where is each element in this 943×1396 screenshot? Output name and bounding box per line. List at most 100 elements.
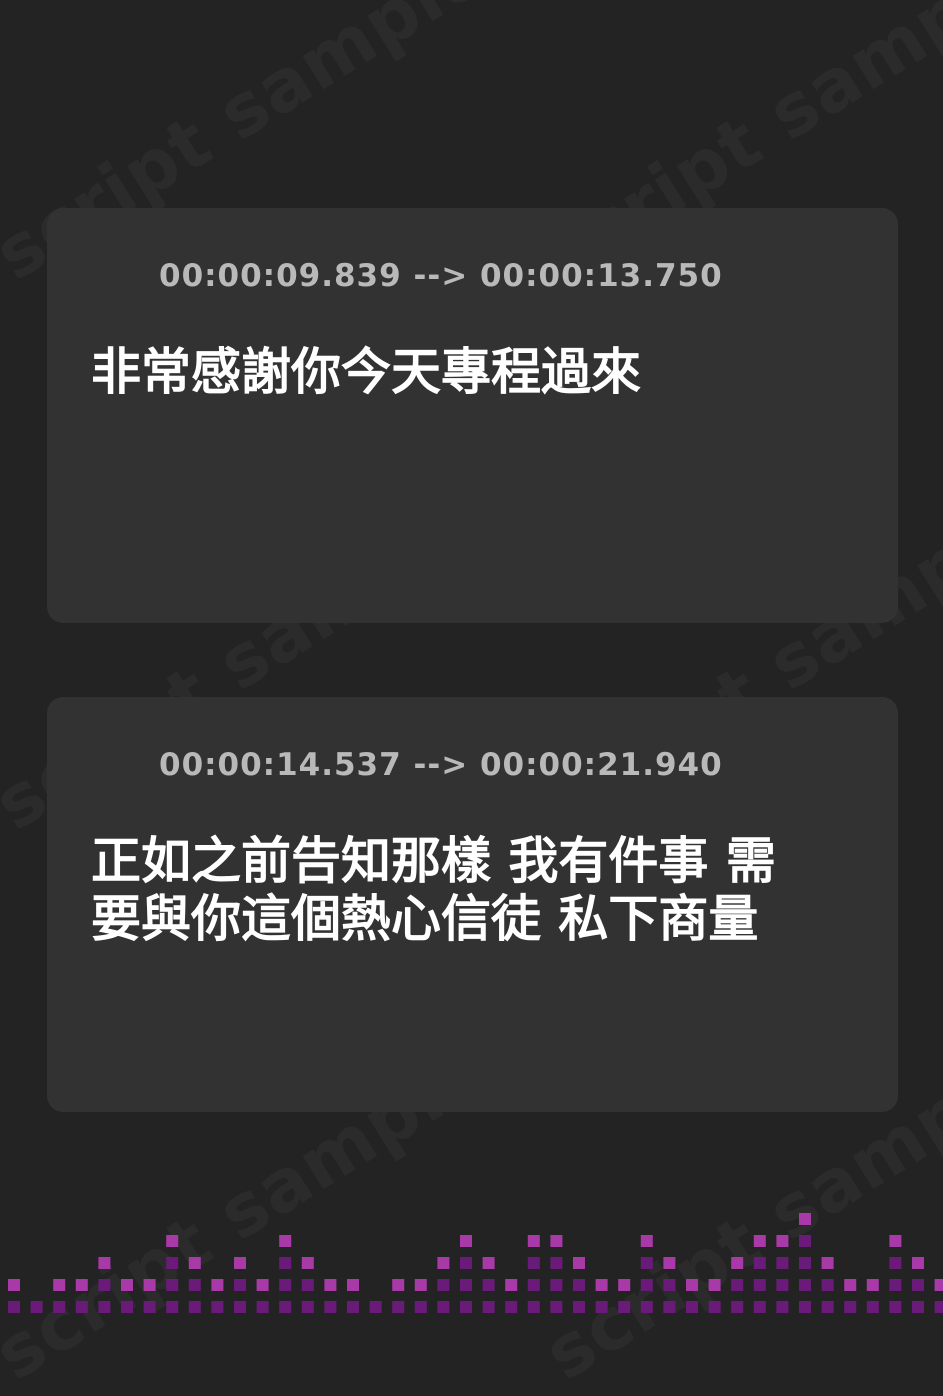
equalizer-block	[889, 1257, 902, 1269]
subtitle-line: 正如之前告知那樣 我有件事 需	[91, 832, 776, 890]
audio-wave-icon	[90, 746, 136, 784]
equalizer-block	[663, 1257, 676, 1269]
equalizer-block	[527, 1257, 540, 1269]
subtitle-card: 00:00:09.839 --> 00:00:13.750 非常感謝你今天專程過…	[47, 208, 898, 623]
subtitle-card: 00:00:14.537 --> 00:00:21.940 正如之前告知那樣 我…	[47, 697, 898, 1112]
equalizer-block	[753, 1235, 766, 1247]
equalizer-block	[143, 1279, 156, 1291]
audio-wave-icon	[90, 257, 136, 295]
equalizer-block	[98, 1279, 111, 1291]
equalizer-block	[776, 1257, 789, 1269]
equalizer-block	[821, 1301, 834, 1313]
equalizer-block	[234, 1257, 246, 1269]
equalizer-block	[414, 1301, 427, 1313]
equalizer-block	[53, 1301, 66, 1313]
equalizer-block	[437, 1279, 450, 1291]
equalizer-block	[98, 1301, 111, 1313]
equalizer-block	[166, 1279, 179, 1291]
equalizer-block	[301, 1257, 314, 1269]
equalizer-block	[211, 1279, 224, 1291]
equalizer-decoration	[8, 1213, 943, 1313]
equalizer-block	[301, 1279, 314, 1291]
equalizer-block	[8, 1279, 20, 1291]
equalizer-block	[460, 1235, 472, 1247]
equalizer-block	[731, 1279, 744, 1291]
equalizer-block	[640, 1279, 653, 1291]
equalizer-block	[256, 1301, 269, 1313]
equalizer-block	[731, 1301, 744, 1313]
equalizer-block	[844, 1279, 857, 1291]
equalizer-block	[640, 1301, 653, 1313]
equalizer-block	[934, 1279, 943, 1291]
equalizer-block	[392, 1301, 405, 1313]
equalizer-block	[889, 1301, 902, 1313]
equalizer-block	[437, 1257, 450, 1269]
equalizer-block	[437, 1301, 450, 1313]
equalizer-block	[799, 1235, 811, 1247]
timestamp: 00:00:09.839 --> 00:00:13.750	[159, 258, 723, 294]
equalizer-block	[98, 1257, 111, 1269]
subtitle-line: 非常感謝你今天專程過來	[91, 343, 641, 401]
equalizer-block	[753, 1301, 766, 1313]
equalizer-block	[166, 1257, 179, 1269]
equalizer-block	[482, 1301, 495, 1313]
equalizer-block	[279, 1301, 292, 1313]
equalizer-block	[595, 1301, 608, 1313]
equalizer-block	[866, 1301, 879, 1313]
equalizer-block	[889, 1235, 902, 1247]
equalizer-block	[934, 1301, 943, 1313]
equalizer-block	[776, 1235, 789, 1247]
equalizer-block	[573, 1279, 585, 1291]
equalizer-block	[347, 1279, 359, 1291]
equalizer-block	[234, 1301, 246, 1313]
equalizer-block	[573, 1301, 585, 1313]
equalizer-block	[279, 1235, 292, 1247]
equalizer-block	[211, 1301, 224, 1313]
equalizer-block	[8, 1301, 20, 1313]
equalizer-block	[776, 1279, 789, 1291]
equalizer-block	[30, 1301, 43, 1313]
equalizer-block	[821, 1279, 834, 1291]
equalizer-block	[505, 1301, 518, 1313]
equalizer-block	[889, 1279, 902, 1291]
equalizer-block	[753, 1279, 766, 1291]
equalizer-block	[121, 1301, 133, 1313]
equalizer-block	[550, 1257, 563, 1269]
equalizer-block	[550, 1301, 563, 1313]
equalizer-block	[708, 1301, 721, 1313]
equalizer-block	[618, 1301, 631, 1313]
equalizer-block	[912, 1279, 924, 1291]
equalizer-block	[75, 1301, 88, 1313]
equalizer-block	[188, 1301, 201, 1313]
equalizer-block	[369, 1301, 382, 1313]
equalizer-block	[527, 1301, 540, 1313]
equalizer-block	[912, 1301, 924, 1313]
equalizer-block	[166, 1235, 179, 1247]
equalizer-block	[912, 1257, 924, 1269]
equalizer-block	[686, 1301, 698, 1313]
equalizer-block	[799, 1213, 811, 1225]
equalizer-block	[256, 1279, 269, 1291]
equalizer-block	[550, 1235, 563, 1247]
equalizer-block	[799, 1301, 811, 1313]
equalizer-block	[392, 1279, 405, 1291]
equalizer-block	[460, 1257, 472, 1269]
subtitle-text: 非常感謝你今天專程過來	[91, 343, 641, 401]
equalizer-block	[595, 1279, 608, 1291]
equalizer-block	[414, 1279, 427, 1291]
equalizer-block	[527, 1279, 540, 1291]
equalizer-block	[301, 1301, 314, 1313]
equalizer-block	[121, 1279, 133, 1291]
equalizer-block	[663, 1279, 676, 1291]
equalizer-block	[324, 1301, 337, 1313]
equalizer-block	[618, 1279, 631, 1291]
equalizer-block	[640, 1235, 653, 1247]
equalizer-block	[324, 1279, 337, 1291]
equalizer-block	[505, 1279, 518, 1291]
equalizer-block	[821, 1257, 834, 1269]
equalizer-block	[460, 1301, 472, 1313]
equalizer-block	[188, 1257, 201, 1269]
equalizer-block	[482, 1279, 495, 1291]
equalizer-block	[75, 1279, 88, 1291]
equalizer-block	[866, 1279, 879, 1291]
